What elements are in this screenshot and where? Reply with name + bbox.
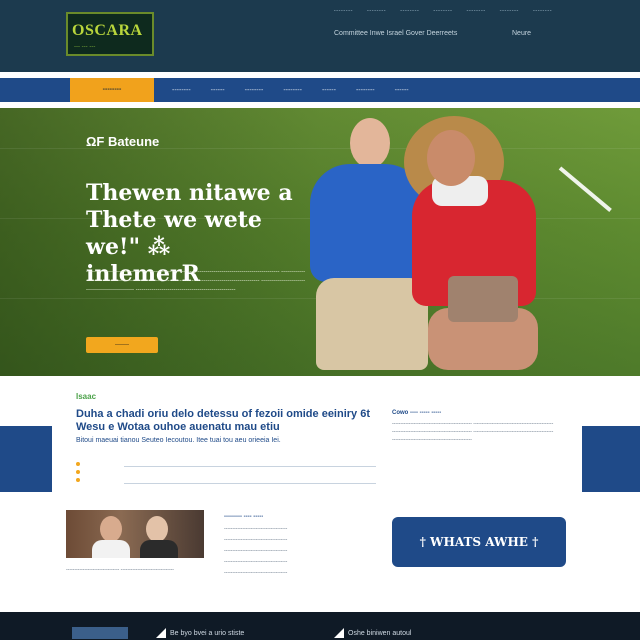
news-line[interactable]: -------------------------------------- bbox=[224, 569, 374, 577]
header-tagline-right[interactable]: Neure bbox=[512, 30, 531, 37]
hero-body-text: ----------------------------------------… bbox=[86, 269, 306, 293]
hero-cta-button[interactable]: ------- bbox=[86, 337, 158, 353]
logo-text: OSCARA bbox=[72, 22, 143, 39]
footer-link[interactable]: Oshe biniwen autoul bbox=[334, 628, 411, 638]
utility-link[interactable]: -------- bbox=[466, 8, 485, 14]
header-tagline: Committee Inwe Israel Gover Deerreets bbox=[334, 30, 458, 37]
bullet-dot-icon bbox=[76, 478, 80, 482]
photo-caption: -------------------------------- -------… bbox=[66, 567, 174, 573]
team-photo-person-head bbox=[146, 516, 168, 542]
team-photo-person-head bbox=[100, 516, 122, 542]
news-line[interactable]: -------------------------------------- bbox=[224, 525, 374, 533]
nav-wrapper: -------- -------- ------ -------- ------… bbox=[0, 72, 640, 108]
side-panel-right bbox=[582, 426, 640, 492]
bullet-dots bbox=[76, 462, 90, 486]
footer-link-label: Be byo bvei a urio stiste bbox=[170, 629, 245, 637]
nav-item[interactable]: ------ bbox=[385, 87, 419, 94]
utility-link[interactable]: -------- bbox=[334, 8, 353, 14]
nav-item[interactable]: ------ bbox=[312, 87, 346, 94]
bullet-dot-icon bbox=[76, 470, 80, 474]
hero-banner: ΩF Bateune Thewen nitawe a Thete we wete… bbox=[0, 108, 640, 376]
news-heading: --------- ---- ----- bbox=[224, 514, 264, 520]
utility-link[interactable]: -------- bbox=[500, 8, 519, 14]
footer-arrow-icon bbox=[156, 628, 166, 638]
footer-link-label: Oshe biniwen autoul bbox=[348, 629, 412, 637]
footer-arrow-icon bbox=[334, 628, 344, 638]
nav-item[interactable]: -------- bbox=[235, 87, 274, 94]
right-column-heading: Cowo ---- ----- ----- bbox=[392, 410, 442, 416]
hero-kicker: ΩF Bateune bbox=[86, 134, 160, 149]
right-column-text: ----------------------------------------… bbox=[392, 421, 554, 443]
team-photo-person-shirt bbox=[140, 540, 178, 558]
hero-photo-man-shirt bbox=[310, 164, 425, 282]
intro-subtext: Bitoui maeuai tianou Seuteo Iecoutou. It… bbox=[76, 437, 281, 444]
news-line[interactable]: -------------------------------------- bbox=[224, 547, 374, 555]
bullet-dot-icon bbox=[76, 462, 80, 466]
intro-headline: Duha a chadi oriu delo detessu of fezoii… bbox=[76, 408, 371, 433]
intro-right-column: Cowo ---- ----- ----- ------------------… bbox=[392, 410, 556, 444]
nav-item[interactable]: ------ bbox=[201, 87, 235, 94]
side-panel-left bbox=[0, 426, 52, 492]
nav-item[interactable]: -------- bbox=[346, 87, 385, 94]
hero-photo-man-head bbox=[350, 118, 390, 168]
hero-title-line: Thewen nitawe a bbox=[86, 180, 293, 206]
main-nav: -------- -------- ------ -------- ------… bbox=[0, 78, 640, 102]
logo-subtitle: --- --- --- bbox=[74, 44, 96, 50]
utility-link[interactable]: -------- bbox=[400, 8, 419, 14]
hero-title-line: Thete we wete we!" ⁂ bbox=[86, 207, 262, 260]
utility-link[interactable]: -------- bbox=[367, 8, 386, 14]
slider-next-arrow-icon[interactable] bbox=[558, 166, 612, 212]
section-label: Isaac bbox=[76, 392, 97, 401]
utility-link[interactable]: -------- bbox=[433, 8, 452, 14]
utility-links: -------- -------- -------- -------- ----… bbox=[334, 8, 552, 14]
news-line[interactable]: -------------------------------------- bbox=[224, 558, 374, 566]
footer-link[interactable]: Be byo bvei a urio stiste bbox=[156, 628, 244, 638]
utility-link[interactable]: -------- bbox=[533, 8, 552, 14]
news-column: --------- ---- ----- -------------------… bbox=[224, 514, 374, 580]
site-logo[interactable]: OSCARA --- --- --- bbox=[66, 12, 154, 56]
site-header: OSCARA --- --- --- -------- -------- ---… bbox=[0, 0, 640, 72]
footer-logo[interactable] bbox=[72, 627, 128, 639]
whats-new-button[interactable]: † WHATS AWHE † bbox=[392, 517, 566, 567]
hero-photo-woman-skirt bbox=[448, 276, 518, 322]
team-photo-person-shirt bbox=[92, 540, 130, 558]
nav-item[interactable]: -------- bbox=[162, 87, 201, 94]
divider-lines bbox=[124, 466, 376, 484]
news-line[interactable]: -------------------------------------- bbox=[224, 536, 374, 544]
site-footer: Be byo bvei a urio stiste Oshe biniwen a… bbox=[0, 612, 640, 640]
nav-item-home[interactable]: -------- bbox=[70, 78, 154, 102]
hero-photo-woman-head bbox=[427, 130, 475, 186]
team-photo bbox=[66, 510, 204, 558]
nav-item[interactable]: -------- bbox=[273, 87, 312, 94]
